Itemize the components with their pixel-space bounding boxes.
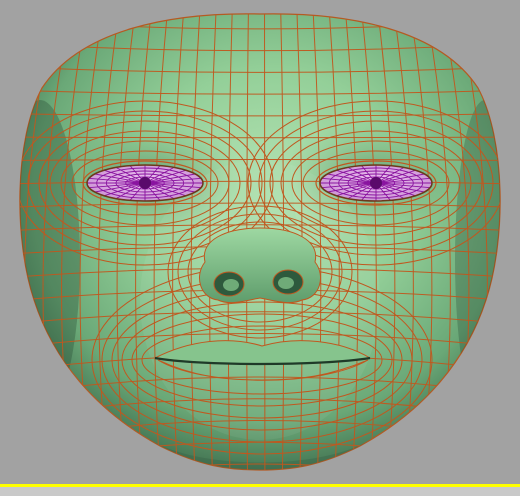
face-model-render	[0, 0, 520, 471]
nose	[199, 227, 321, 304]
pupil	[370, 177, 382, 189]
active-viewport-border	[0, 484, 520, 487]
mesh-row	[0, 0, 520, 7]
viewport-status-strip	[0, 484, 520, 496]
pupil	[139, 177, 151, 189]
3d-viewport[interactable]	[0, 0, 520, 484]
